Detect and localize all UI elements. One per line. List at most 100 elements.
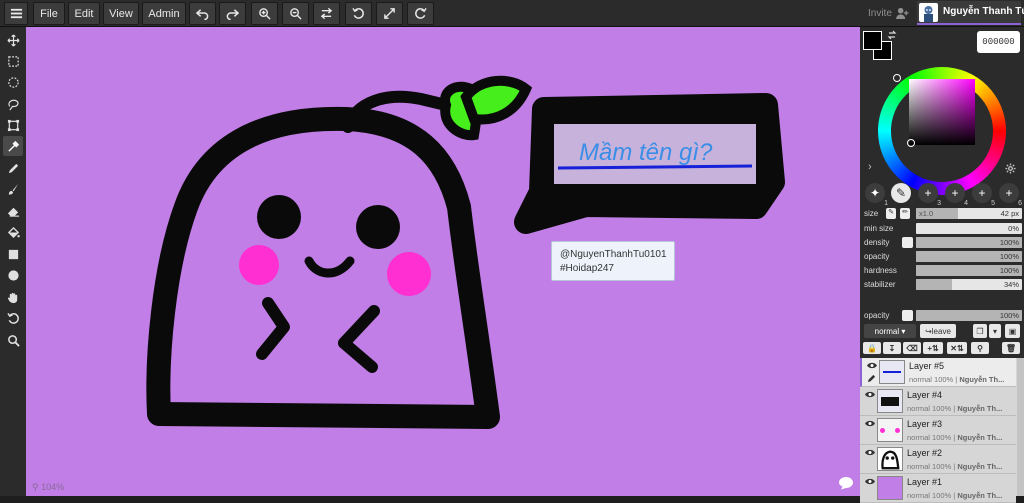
min-size-slider[interactable]: 0% bbox=[916, 223, 1022, 234]
layer-item[interactable]: Layer #4 normal 100% | Nguyễn Th... bbox=[860, 387, 1016, 416]
layer-meta: normal 100% | Nguyễn Th... bbox=[907, 433, 1003, 442]
add-user-icon[interactable] bbox=[896, 7, 909, 19]
hex-input[interactable]: 000000 bbox=[977, 31, 1020, 53]
rotate-tool[interactable] bbox=[3, 308, 23, 328]
brush-slot-5[interactable]: +5 bbox=[972, 183, 995, 207]
layer-name: Layer #1 bbox=[907, 477, 943, 487]
chevron-right-icon[interactable]: › bbox=[868, 161, 872, 173]
eye-icon[interactable] bbox=[865, 420, 875, 427]
saturation-value-square[interactable] bbox=[909, 79, 975, 145]
opacity-value: 100% bbox=[999, 252, 1019, 261]
brush-slot-3[interactable]: +3 bbox=[918, 183, 941, 207]
primary-color-swatch[interactable] bbox=[863, 31, 882, 50]
invite-link[interactable]: Invite bbox=[868, 8, 892, 19]
opacity-slider[interactable]: 100% bbox=[916, 251, 1022, 262]
drawing-canvas[interactable]: Mầm tên gì? @NguyenThanhTu0101 #Hoidap24… bbox=[26, 27, 860, 496]
zoom-tool[interactable] bbox=[3, 330, 23, 350]
view-menu-button[interactable]: View bbox=[103, 2, 139, 25]
edit-menu-button[interactable]: Edit bbox=[68, 2, 100, 25]
density-value: 100% bbox=[999, 238, 1019, 247]
magnifier-icon bbox=[7, 334, 20, 347]
layer-settings-button[interactable]: ▣ bbox=[1005, 324, 1020, 338]
swap-colors-icon[interactable] bbox=[887, 30, 897, 40]
lock-layer-button[interactable]: 🔒 bbox=[863, 342, 881, 354]
zoom-out-button[interactable] bbox=[282, 2, 309, 25]
layer-item[interactable]: Layer #1 normal 100% | Nguyễn Th... bbox=[860, 474, 1016, 503]
clear-layer-button[interactable]: ⌫ bbox=[903, 342, 921, 354]
layer-mode: normal bbox=[909, 375, 932, 384]
brush-slot-icon: ✎ bbox=[895, 186, 907, 200]
delete-layers-button[interactable]: ✕⇅ bbox=[947, 342, 967, 354]
eye-icon[interactable] bbox=[867, 362, 877, 369]
merge-down-button[interactable]: ↧ bbox=[883, 342, 901, 354]
gear-icon[interactable] bbox=[1005, 163, 1016, 174]
layer-opacity-slider[interactable]: 100% bbox=[916, 310, 1022, 321]
leave-button[interactable]: ↪ leave bbox=[920, 324, 956, 338]
rotate-right-button[interactable] bbox=[407, 2, 434, 25]
hue-handle[interactable] bbox=[893, 74, 901, 82]
rotate-left-icon bbox=[352, 8, 364, 19]
leave-icon: ↪ bbox=[925, 326, 932, 336]
rotate-icon bbox=[6, 312, 19, 324]
density-row: density 100% bbox=[864, 236, 1022, 249]
layer-view-dropdown[interactable]: ▾ bbox=[989, 324, 1001, 338]
eye-icon[interactable] bbox=[865, 478, 875, 485]
top-toolbar: File Edit View Admin Invite Nguyễn Thanh… bbox=[0, 0, 1024, 27]
sv-handle[interactable] bbox=[907, 139, 915, 147]
eye-icon[interactable] bbox=[865, 391, 875, 398]
layer-item[interactable]: Layer #2 normal 100% | Nguyễn Th... bbox=[860, 445, 1016, 474]
chat-icon[interactable] bbox=[838, 476, 854, 490]
transform-tool[interactable] bbox=[3, 115, 23, 135]
fullscreen-button[interactable] bbox=[376, 2, 403, 25]
layer-thumbnail bbox=[879, 360, 905, 384]
main-menu-button[interactable] bbox=[4, 2, 28, 25]
pen-size-toggle[interactable]: ✏ bbox=[900, 208, 910, 219]
blend-mode-select[interactable]: normal ▾ bbox=[864, 324, 916, 338]
redo-button[interactable] bbox=[219, 2, 246, 25]
brush-slot-2[interactable]: ✎ 2 bbox=[891, 183, 914, 207]
stabilizer-slider[interactable]: 34% bbox=[916, 279, 1022, 290]
hand-tool[interactable] bbox=[3, 287, 23, 307]
add-layer-button[interactable]: +⇅ bbox=[923, 342, 943, 354]
lasso-tool[interactable] bbox=[3, 94, 23, 114]
delete-layer-button[interactable]: 🗑 bbox=[1002, 342, 1020, 354]
brush-slot-4[interactable]: +4 bbox=[945, 183, 968, 207]
layer-opacity-checkbox[interactable] bbox=[902, 310, 913, 321]
layer-opacity: 100% bbox=[932, 433, 952, 442]
fill-tool[interactable] bbox=[3, 222, 23, 242]
ghost-cheek bbox=[239, 245, 279, 285]
rectangle-tool[interactable] bbox=[3, 244, 23, 264]
brush-slot-6[interactable]: +6 bbox=[999, 183, 1022, 207]
layer-view-button[interactable]: ❐ bbox=[973, 324, 987, 338]
move-tool[interactable] bbox=[3, 30, 23, 50]
density-slider[interactable]: 100% bbox=[916, 237, 1022, 248]
rect-select-tool[interactable] bbox=[3, 51, 23, 71]
pressure-size-toggle[interactable]: ✎ bbox=[886, 208, 896, 219]
eraser-tool[interactable] bbox=[3, 201, 23, 221]
rotate-left-button[interactable] bbox=[345, 2, 372, 25]
brush-slot-1[interactable]: ✦ 1 bbox=[865, 183, 888, 207]
undo-button[interactable] bbox=[189, 2, 216, 25]
eyedropper-tool[interactable] bbox=[3, 136, 23, 156]
admin-menu-button[interactable]: Admin bbox=[142, 2, 186, 25]
layer-item[interactable]: Layer #3 normal 100% | Nguyễn Th... bbox=[860, 416, 1016, 445]
watermark-tooltip: @NguyenThanhTu0101 #Hoidap247 bbox=[551, 241, 675, 281]
layer-thumbnail bbox=[877, 476, 903, 500]
stabilizer-value: 34% bbox=[1003, 280, 1019, 289]
brush-tool[interactable] bbox=[3, 179, 23, 199]
layer-item[interactable]: Layer #5 normal 100% | Nguyễn Th... bbox=[860, 358, 1016, 387]
eye-icon[interactable] bbox=[865, 449, 875, 456]
hardness-slider[interactable]: 100% bbox=[916, 265, 1022, 276]
search-layers-button[interactable]: ⚲ bbox=[971, 342, 989, 354]
file-menu-button[interactable]: File bbox=[33, 2, 65, 25]
ellipse-select-tool[interactable] bbox=[3, 72, 23, 92]
layer-owner: Nguyễn Th... bbox=[957, 433, 1003, 442]
zoom-in-button[interactable] bbox=[251, 2, 278, 25]
ellipse-tool[interactable] bbox=[3, 265, 23, 285]
size-slider[interactable]: x1.0 42 px bbox=[916, 208, 1022, 219]
layer-scrollbar[interactable] bbox=[1017, 358, 1024, 496]
density-pressure-checkbox[interactable] bbox=[902, 237, 913, 248]
flip-horizontal-button[interactable] bbox=[313, 2, 340, 25]
user-badge[interactable]: Nguyễn Thanh Tú bbox=[917, 1, 1024, 25]
pen-tool[interactable] bbox=[3, 158, 23, 178]
